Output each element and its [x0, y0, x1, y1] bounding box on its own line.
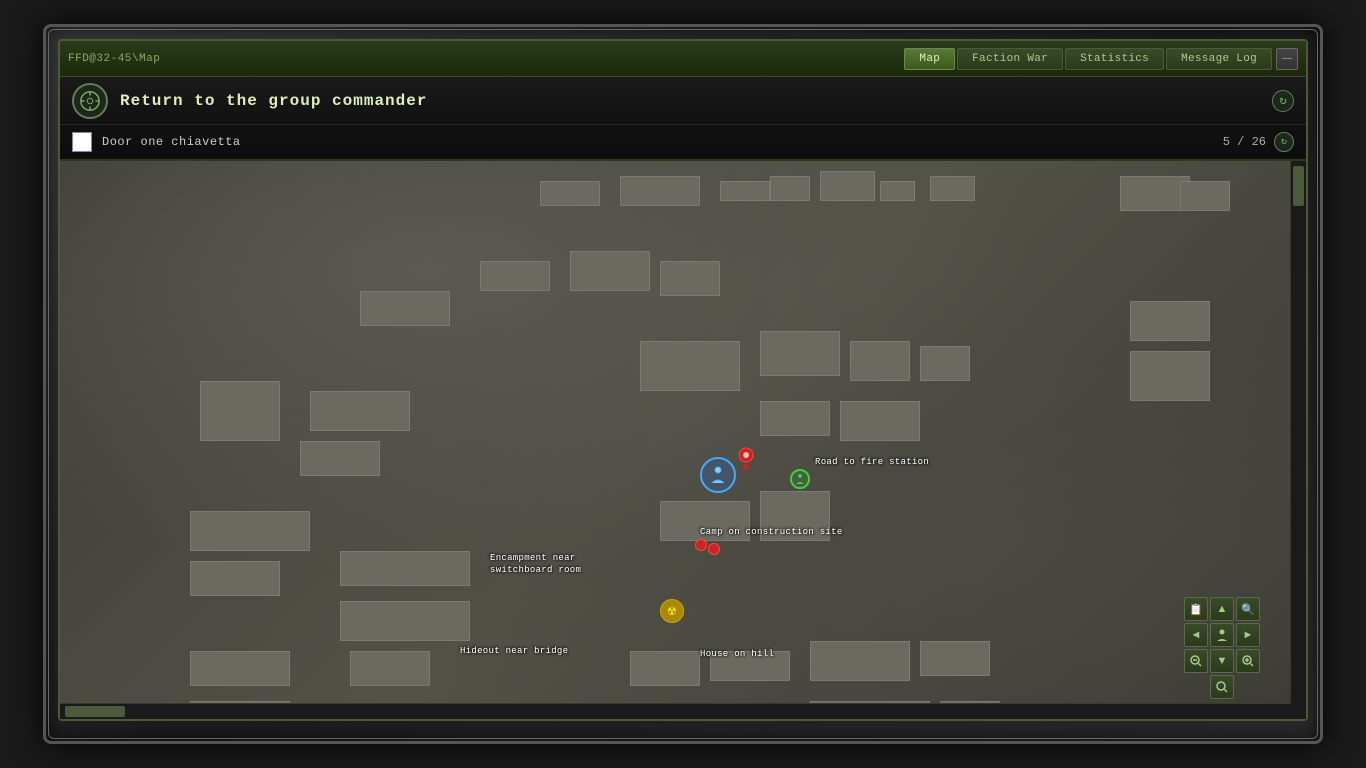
- map-building: [190, 561, 280, 596]
- map-building: [340, 551, 470, 586]
- toolbar-zoom-in-button[interactable]: [1236, 649, 1260, 673]
- label-road-fire-station: Road to fire station: [815, 457, 929, 469]
- tab-map[interactable]: Map: [904, 48, 955, 70]
- map-building: [570, 251, 650, 291]
- map-wrapper: ☢: [60, 161, 1290, 703]
- map-building: [360, 291, 450, 326]
- map-building: [720, 181, 770, 201]
- sub-quest-title: Door one chiavetta: [102, 135, 1223, 149]
- map-section[interactable]: ☢: [60, 161, 1306, 719]
- label-hideout-bridge: Hideout near bridge: [460, 646, 568, 658]
- map-building: [200, 381, 280, 441]
- map-building: [300, 441, 380, 476]
- scroll-corner: [1290, 703, 1306, 719]
- map-building: [760, 331, 840, 376]
- map-building: [850, 341, 910, 381]
- toolbar-left-button[interactable]: ◄: [1184, 623, 1208, 647]
- map-building: [190, 511, 310, 551]
- map-building: [640, 341, 740, 391]
- map-building: [710, 651, 790, 681]
- map-building: [1130, 351, 1210, 401]
- map-building: [630, 651, 700, 686]
- map-building: [540, 181, 600, 206]
- quest-title: Return to the group commander: [120, 92, 1272, 110]
- quest-banner: Return to the group commander ↻: [60, 77, 1306, 125]
- map-building: [660, 501, 750, 541]
- toolbar-up-button[interactable]: ▲: [1210, 597, 1234, 621]
- map-building: [840, 401, 920, 441]
- player-position-marker: [700, 457, 736, 493]
- horizontal-scrollbar[interactable]: [60, 703, 1290, 719]
- map-building: [1130, 301, 1210, 341]
- map-building: [340, 601, 470, 641]
- tab-faction-war[interactable]: Faction War: [957, 48, 1063, 70]
- scroll-thumb-vertical[interactable]: [1293, 166, 1304, 206]
- main-content: Return to the group commander ↻ Door one…: [60, 77, 1306, 719]
- enemy-marker-2: [708, 543, 720, 555]
- scroll-thumb-horizontal[interactable]: [65, 706, 125, 717]
- quest-refresh-button[interactable]: ↻: [1272, 90, 1294, 112]
- map-building: [770, 176, 810, 201]
- map-building: [880, 181, 915, 201]
- map-building: [920, 641, 990, 676]
- map-building: [480, 261, 550, 291]
- toolbar-down-button[interactable]: ▼: [1210, 649, 1234, 673]
- top-bar: FFD@32-45\Map Map Faction War Statistics…: [60, 41, 1306, 77]
- toolbar-zoom-all-button[interactable]: [1210, 675, 1234, 699]
- inner-panel: FFD@32-45\Map Map Faction War Statistics…: [58, 39, 1308, 721]
- sub-quest-icon: [72, 132, 92, 152]
- map-building: [760, 401, 830, 436]
- radiation-marker: ☢: [660, 599, 684, 623]
- npc-marker: [790, 469, 810, 489]
- map-building: [620, 176, 700, 206]
- label-encampment-switchboard: Encampment nearswitchboard room: [490, 553, 581, 576]
- map-building: [920, 346, 970, 381]
- toolbar-notes-button[interactable]: 📋: [1184, 597, 1208, 621]
- map-building: [190, 651, 290, 686]
- path-text: FFD@32-45\Map: [68, 53, 904, 65]
- quest-counter: 5 / 26: [1223, 135, 1266, 149]
- tab-statistics[interactable]: Statistics: [1065, 48, 1164, 70]
- map-building: [350, 651, 430, 686]
- toolbar-zoom-out-button[interactable]: [1184, 649, 1208, 673]
- waypoint-pin-marker: [738, 447, 754, 474]
- vertical-scrollbar[interactable]: [1290, 161, 1306, 703]
- map-building: [310, 391, 410, 431]
- map-building: [660, 261, 720, 296]
- toolbar-center-button[interactable]: [1210, 623, 1234, 647]
- map-building: [820, 171, 875, 201]
- map-toolbar: 📋 ▲ 🔍 ◄ ►: [1184, 597, 1286, 699]
- quest-icon: [72, 83, 108, 119]
- sub-quest-bar: Door one chiavetta 5 / 26 ↻: [60, 125, 1306, 161]
- tab-message-log[interactable]: Message Log: [1166, 48, 1272, 70]
- compass-icon: [79, 90, 101, 112]
- toolbar-right-button[interactable]: ►: [1236, 623, 1260, 647]
- minimize-button[interactable]: —: [1276, 48, 1298, 70]
- nav-tabs: Map Faction War Statistics Message Log: [904, 48, 1272, 70]
- game-window: FFD@32-45\Map Map Faction War Statistics…: [43, 24, 1323, 744]
- map-background: ☢: [60, 161, 1290, 703]
- map-building: [810, 641, 910, 681]
- sub-quest-refresh-button[interactable]: ↻: [1274, 132, 1294, 152]
- map-building: [1180, 181, 1230, 211]
- map-building: [930, 176, 975, 201]
- map-building: [760, 491, 830, 541]
- toolbar-zoom-lens-button[interactable]: 🔍: [1236, 597, 1260, 621]
